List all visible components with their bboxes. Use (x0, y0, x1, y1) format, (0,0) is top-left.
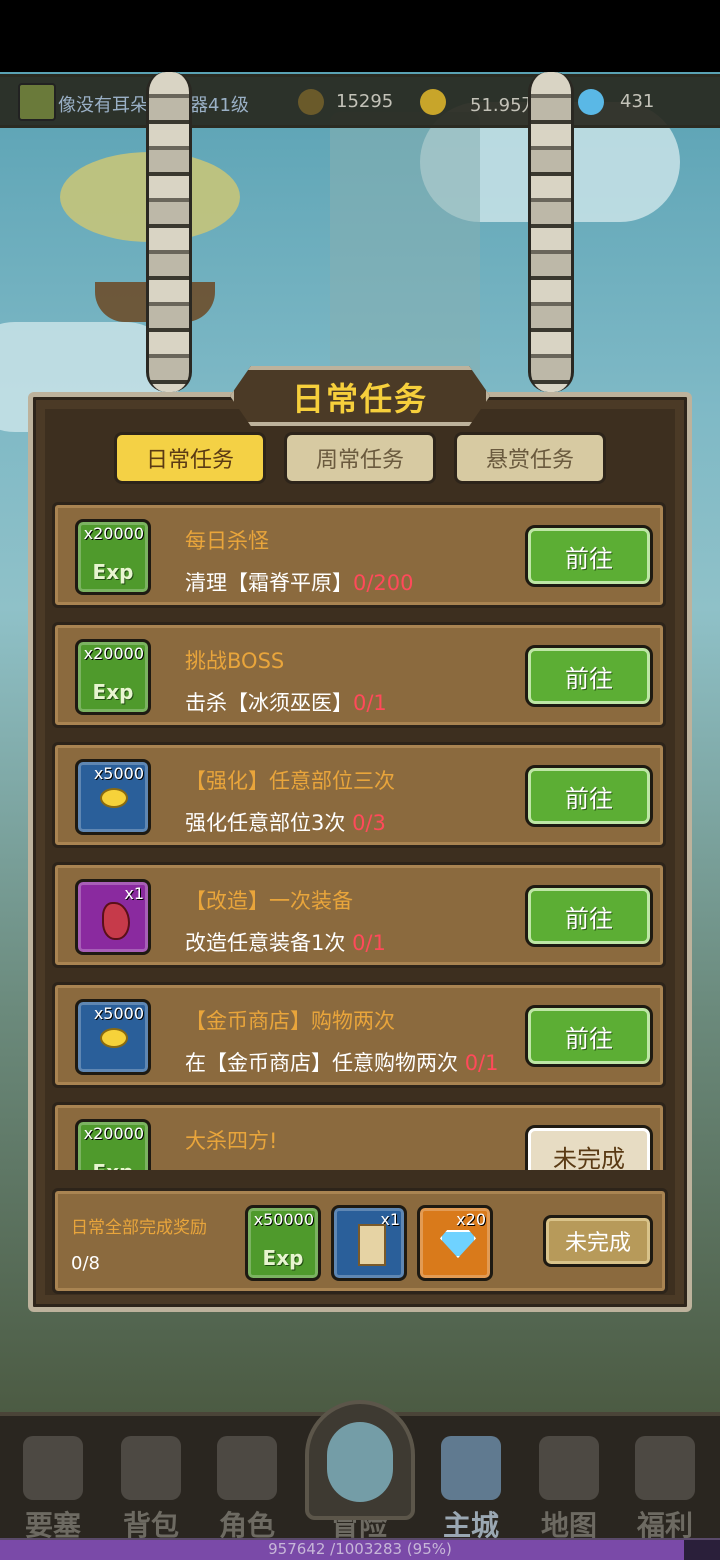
gold-reward-icon[interactable]: x5000 (75, 999, 151, 1075)
task-item: x1 【改造】一次装备 改造任意装备1次 0/1 前往 (52, 862, 666, 968)
task-progress: 0/3 (352, 811, 386, 835)
nav-character[interactable]: 角色 (202, 1430, 292, 1546)
all-complete-reward-bar: 日常全部完成奖励 0/8 x50000 Exp x1 x20 未完成 (52, 1188, 668, 1294)
task-title: 大杀四方! (185, 1129, 278, 1153)
reward-quantity: x20000 (83, 1124, 144, 1143)
gold-coin-icon[interactable] (420, 89, 446, 115)
task-description: 强化任意部位3次 0/3 (185, 807, 386, 837)
exp-glyph: Exp (92, 680, 134, 704)
portal-glow (327, 1422, 393, 1502)
go-button[interactable]: 前往 (525, 1005, 653, 1067)
claim-all-button[interactable]: 未完成 (543, 1215, 653, 1267)
task-progress: 0/200 (353, 571, 414, 595)
status-bar-area (0, 0, 720, 72)
diamond-icon[interactable] (578, 89, 604, 115)
exp-reward-icon[interactable]: x20000 Exp (75, 1119, 151, 1170)
left-chain (146, 72, 192, 392)
task-item: x20000 Exp 大杀四方! 未完成 (52, 1102, 666, 1170)
backpack-icon (121, 1436, 181, 1500)
player-name: 像没有耳朵 (58, 95, 148, 116)
exp-glyph: Exp (78, 1160, 148, 1170)
gold-coin-icon (100, 1028, 128, 1048)
gold-reward-icon[interactable]: x5000 (75, 759, 151, 835)
go-button[interactable]: 前往 (525, 525, 653, 587)
reward-quantity: x20000 (83, 524, 144, 543)
reward-quantity: x50000 (253, 1210, 314, 1229)
player-level: 器41级 (190, 95, 249, 116)
reforge-stone-reward-icon[interactable]: x1 (75, 879, 151, 955)
task-list[interactable]: x20000 Exp 每日杀怪 清理【霜脊平原】0/200 前往 x20000 … (52, 502, 668, 1170)
scroll-icon (358, 1224, 386, 1266)
task-item: x5000 【强化】任意部位三次 强化任意部位3次 0/3 前往 (52, 742, 666, 848)
xp-bar: 957642 /1003283 (95%) (0, 1538, 720, 1560)
task-title: 【强化】任意部位三次 (185, 769, 395, 793)
map-scroll-icon (539, 1436, 599, 1500)
task-desc-text: 击杀【冰须巫医】 (185, 691, 353, 715)
fortress-icon (23, 1436, 83, 1500)
tab-bounty[interactable]: 悬赏任务 (454, 432, 606, 484)
gold-coin-icon (100, 788, 128, 808)
reward-quantity: x1 (124, 884, 144, 903)
diamond-icon (440, 1230, 476, 1258)
castle-icon (441, 1436, 501, 1500)
task-title: 每日杀怪 (185, 529, 269, 553)
task-item: x20000 Exp 挑战BOSS 击杀【冰须巫医】0/1 前往 (52, 622, 666, 728)
task-item: x5000 【金币商店】购物两次 在【金币商店】任意购物两次 0/1 前往 (52, 982, 666, 1088)
reward-quantity: x5000 (93, 1004, 144, 1023)
task-title: 【金币商店】购物两次 (185, 1009, 395, 1033)
panel-title: 日常任务 (291, 380, 428, 418)
incomplete-button[interactable]: 未完成 (525, 1125, 653, 1170)
nav-backpack[interactable]: 背包 (106, 1430, 196, 1546)
nav-map[interactable]: 地图 (524, 1430, 614, 1546)
all-reward-count: 0/8 (71, 1253, 100, 1274)
reward-quantity: x20000 (83, 644, 144, 663)
resource-bar: 像没有耳朵 器41级 15295 51.95万 431 (0, 74, 720, 128)
task-desc-text: 强化任意部位3次 (185, 811, 346, 835)
xp-text: 957642 /1003283 (95%) (268, 1540, 452, 1558)
diamond-reward-icon[interactable]: x20 (417, 1205, 493, 1281)
adventure-portal-icon[interactable] (305, 1400, 415, 1520)
all-reward-label: 日常全部完成奖励 (71, 1218, 207, 1238)
stamina-icon (298, 89, 324, 115)
nav-welfare[interactable]: 福利 (620, 1430, 710, 1546)
task-item: x20000 Exp 每日杀怪 清理【霜脊平原】0/200 前往 (52, 502, 666, 608)
stat-value: 15295 (336, 91, 394, 112)
go-button[interactable]: 前往 (525, 645, 653, 707)
go-button[interactable]: 前往 (525, 765, 653, 827)
gong-icon (635, 1436, 695, 1500)
reward-quantity: x20 (456, 1210, 486, 1229)
diamond-value: 431 (620, 91, 655, 112)
task-progress: 0/1 (464, 1051, 499, 1075)
exp-reward-icon[interactable]: x50000 Exp (245, 1205, 321, 1281)
reward-quantity: x5000 (93, 764, 144, 783)
scroll-reward-icon[interactable]: x1 (331, 1205, 407, 1281)
task-desc-text: 在【金币商店】任意购物两次 (185, 1051, 458, 1075)
task-description: 改造任意装备1次 0/1 (185, 927, 386, 957)
task-description: 清理【霜脊平原】0/200 (185, 567, 414, 597)
nav-fortress[interactable]: 要塞 (8, 1430, 98, 1546)
exp-reward-icon[interactable]: x20000 Exp (75, 519, 151, 595)
exp-glyph: Exp (92, 560, 134, 584)
task-progress: 0/1 (353, 691, 387, 715)
player-avatar-icon[interactable] (18, 83, 56, 121)
exp-glyph: Exp (262, 1246, 304, 1270)
nav-main-city[interactable]: 主城 (426, 1430, 516, 1546)
go-button[interactable]: 前往 (525, 885, 653, 947)
task-progress: 0/1 (352, 931, 386, 955)
right-chain (528, 72, 574, 392)
tab-daily[interactable]: 日常任务 (114, 432, 266, 484)
reforge-stone-icon (102, 902, 130, 940)
task-desc-text: 改造任意装备1次 (185, 931, 346, 955)
task-desc-text: 清理【霜脊平原】 (185, 571, 353, 595)
exp-reward-icon[interactable]: x20000 Exp (75, 639, 151, 715)
helmet-icon (217, 1436, 277, 1500)
task-description: 在【金币商店】任意购物两次 0/1 (185, 1047, 498, 1077)
task-title: 【改造】一次装备 (185, 889, 353, 913)
task-description: 击杀【冰须巫医】0/1 (185, 687, 387, 717)
tab-weekly[interactable]: 周常任务 (284, 432, 436, 484)
task-title: 挑战BOSS (185, 649, 285, 673)
